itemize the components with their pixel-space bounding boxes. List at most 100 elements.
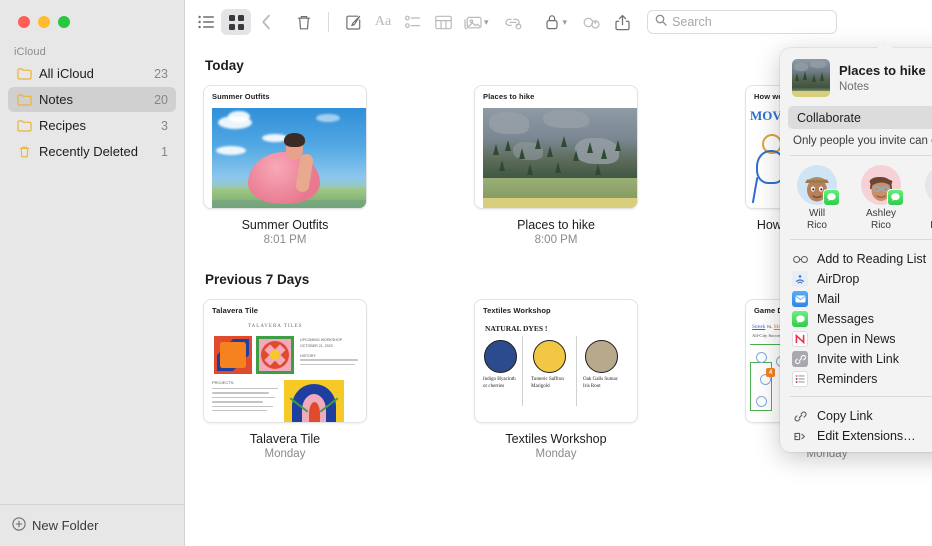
menu-item-label: Add to Reading List xyxy=(817,252,926,266)
menu-item-reminders[interactable]: Reminders xyxy=(780,369,932,389)
search-input[interactable]: Search xyxy=(647,10,837,34)
share-popover: Places to hike Notes Collaborate ▲▼ Only… xyxy=(780,48,932,452)
note-card-talavera-tile[interactable]: Talavera Tile TALAVERA TILES xyxy=(203,299,367,460)
chevron-down-icon[interactable]: ▾ xyxy=(484,17,489,28)
back-button[interactable] xyxy=(251,9,281,35)
sidebar-section-label: iCloud xyxy=(0,28,184,61)
gallery-view-button[interactable] xyxy=(221,9,251,35)
plus-circle-icon xyxy=(12,517,26,534)
note-thumb-body: NATURAL DYES ! Indigo Hyacinth or cherri… xyxy=(475,322,637,422)
compose-button[interactable] xyxy=(338,9,368,35)
dye-label-1: Indigo Hyacinth or cherries xyxy=(483,377,521,391)
toolbar: Aa ▾ ▾ xyxy=(185,0,932,44)
link-icon xyxy=(792,408,808,424)
share-person-rico-family[interactable]: Rico Family xyxy=(918,165,932,231)
chevron-down-icon[interactable]: ▾ xyxy=(563,17,568,28)
popover-title: Places to hike xyxy=(839,63,926,79)
sidebar-item-notes[interactable]: Notes 20 xyxy=(8,87,176,112)
close-button[interactable] xyxy=(18,16,30,28)
note-thumbnail[interactable]: Textiles Workshop NATURAL DYES ! Indigo … xyxy=(474,299,638,423)
sidebar-item-recipes[interactable]: Recipes 3 xyxy=(8,113,176,138)
note-card-places-to-hike[interactable]: Places to hike xyxy=(474,85,638,246)
dye-label-2: Tumeric Saffron Marigold xyxy=(531,377,569,391)
share-person-ashley-rico[interactable]: Ashley Rico xyxy=(854,165,908,231)
note-card-summer-outfits[interactable]: Summer Outfits xyxy=(203,85,367,246)
zoom-button[interactable] xyxy=(58,16,70,28)
note-thumbnail[interactable]: Places to hike xyxy=(474,85,638,209)
note-thumb-title: Summer Outfits xyxy=(204,86,366,105)
person-name-line2: Rico xyxy=(854,220,908,232)
share-menu-primary: Add to Reading List AirDrop Mail xyxy=(780,240,932,389)
note-thumb-body xyxy=(204,108,366,208)
collaborate-button[interactable] xyxy=(577,9,607,35)
menu-item-label: Open in News xyxy=(817,332,896,346)
checklist-button[interactable] xyxy=(398,9,428,35)
note-name: Textiles Workshop xyxy=(474,432,638,446)
messages-badge-icon xyxy=(887,189,904,206)
folder-icon xyxy=(16,118,32,134)
popover-subtitle: Notes xyxy=(839,81,926,93)
format-button[interactable]: Aa xyxy=(368,9,398,35)
minimize-button[interactable] xyxy=(38,16,50,28)
toolbar-divider xyxy=(328,12,329,32)
permission-row[interactable]: Only people you invite can edit ❯ xyxy=(780,129,932,155)
sidebar-item-label: Recently Deleted xyxy=(39,144,154,159)
collaborate-label: Collaborate xyxy=(797,111,932,125)
sidebar-item-recently-deleted[interactable]: Recently Deleted 1 xyxy=(8,139,176,164)
sketch-talavera-tile: TALAVERA TILES xyxy=(204,322,366,422)
menu-item-messages[interactable]: Messages xyxy=(780,309,932,329)
sidebar-item-all-icloud[interactable]: All iCloud 23 xyxy=(8,61,176,86)
collaborate-dropdown[interactable]: Collaborate ▲▼ xyxy=(788,106,932,129)
menu-item-mail[interactable]: Mail xyxy=(780,289,932,309)
permission-label: Only people you invite can edit xyxy=(793,135,932,147)
sketch-textiles-workshop: NATURAL DYES ! Indigo Hyacinth or cherri… xyxy=(475,322,637,422)
menu-item-copy-link[interactable]: Copy Link xyxy=(780,406,932,426)
sidebar-item-count: 20 xyxy=(154,93,168,107)
menu-item-label: Mail xyxy=(817,292,840,306)
menu-item-edit-extensions[interactable]: Edit Extensions… xyxy=(780,426,932,446)
sidebar: iCloud All iCloud 23 Notes 20 Re xyxy=(0,0,185,546)
person-name-line1: Ashley xyxy=(854,208,908,220)
menu-item-label: Edit Extensions… xyxy=(817,429,916,443)
avatar xyxy=(925,165,932,205)
note-thumbnail[interactable]: Summer Outfits xyxy=(203,85,367,209)
menu-item-open-in-news[interactable]: Open in News xyxy=(780,329,932,349)
note-date: Monday xyxy=(474,448,638,460)
photo-places-to-hike xyxy=(483,108,637,208)
menu-item-label: Invite with Link xyxy=(817,352,899,366)
glasses-icon xyxy=(792,251,808,267)
new-folder-button[interactable]: New Folder xyxy=(0,504,185,546)
sidebar-item-count: 23 xyxy=(154,67,168,81)
table-button[interactable] xyxy=(428,9,458,35)
delete-button[interactable] xyxy=(289,9,319,35)
messages-icon xyxy=(792,311,808,327)
share-button[interactable] xyxy=(607,9,637,35)
menu-item-airdrop[interactable]: AirDrop xyxy=(780,269,932,289)
note-name: Summer Outfits xyxy=(203,218,367,232)
folder-icon xyxy=(16,92,32,108)
note-thumbnail[interactable]: Talavera Tile TALAVERA TILES xyxy=(203,299,367,423)
notes-window: iCloud All iCloud 23 Notes 20 Re xyxy=(0,0,932,546)
main-area: Aa ▾ ▾ xyxy=(185,0,932,546)
mail-icon xyxy=(792,291,808,307)
share-person-will-rico[interactable]: Will Rico xyxy=(790,165,844,231)
dye-label-3: Oak Galls Sumac Iris Root xyxy=(583,377,623,391)
person-name-line1: Rico xyxy=(918,208,932,220)
sidebar-item-label: All iCloud xyxy=(39,66,147,81)
note-thumb-title: Talavera Tile xyxy=(204,300,366,319)
sidebar-item-label: Notes xyxy=(39,92,147,107)
note-card-textiles-workshop[interactable]: Textiles Workshop NATURAL DYES ! Indigo … xyxy=(474,299,638,460)
sidebar-nav-list: All iCloud 23 Notes 20 Recipes 3 xyxy=(0,61,184,164)
tiles-projects-label: PROJECTS: xyxy=(212,380,234,385)
player-marker: 4 xyxy=(766,368,775,377)
tiles-heading: TALAVERA TILES xyxy=(248,324,302,329)
menu-item-label: AirDrop xyxy=(817,272,859,286)
list-view-button[interactable] xyxy=(191,9,221,35)
link-icon xyxy=(792,351,808,367)
link-button[interactable] xyxy=(499,9,529,35)
menu-item-invite-with-link[interactable]: Invite with Link xyxy=(780,349,932,369)
messages-badge-icon xyxy=(823,189,840,206)
photo-summer-outfits xyxy=(212,108,366,208)
menu-item-add-to-reading-list[interactable]: Add to Reading List xyxy=(780,249,932,269)
person-name-line2: Rico xyxy=(790,220,844,232)
